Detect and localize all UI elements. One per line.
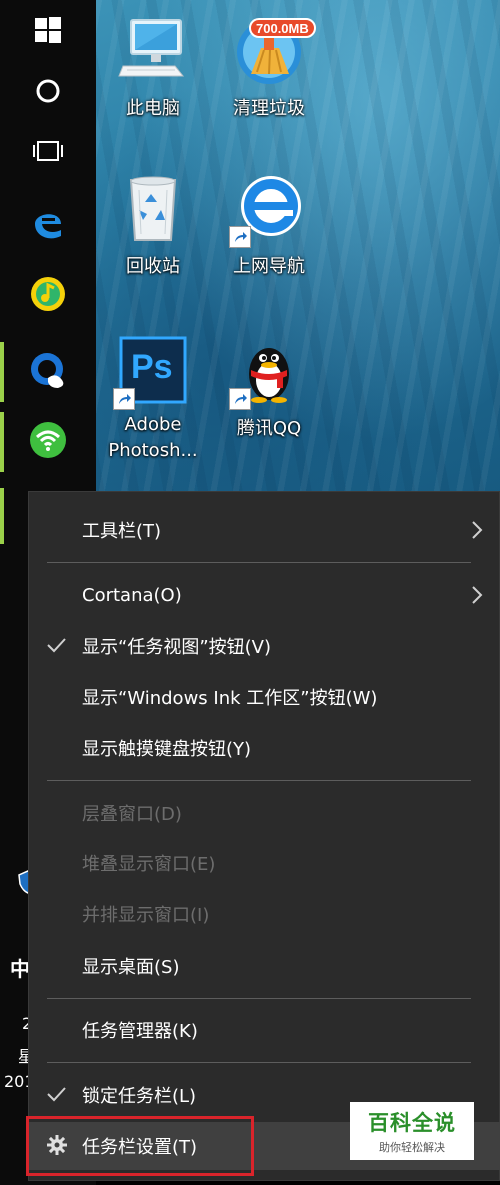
menu-item-label: 层叠窗口(D) xyxy=(82,804,182,825)
input-method-indicator[interactable]: 中 xyxy=(10,953,30,982)
menu-item-label: 显示“任务视图”按钮(V) xyxy=(82,637,272,658)
cortana-button[interactable] xyxy=(0,61,96,125)
menu-item-label: 堆叠显示窗口(E) xyxy=(82,854,216,875)
start-button[interactable] xyxy=(0,0,96,64)
cortana-circle-icon xyxy=(35,78,61,108)
watermark-title: 百科全说 xyxy=(368,1111,456,1135)
taskbar-context-menu: 工具栏(T) Cortana(O) 显示“任务视图”按钮(V) 显示“Windo… xyxy=(28,491,500,1181)
wifi-icon xyxy=(28,420,68,464)
music-button[interactable] xyxy=(0,264,96,328)
menu-item-cortana[interactable]: Cortana(O) xyxy=(29,571,500,619)
menu-item-show-desktop[interactable]: 显示桌面(S) xyxy=(29,942,500,990)
ps-logo-text: Ps xyxy=(131,348,173,386)
desktop-icon-label: Adobe Photosh... xyxy=(108,414,198,461)
task-view-button[interactable] xyxy=(0,121,96,185)
menu-item-show-task-view[interactable]: 显示“任务视图”按钮(V) xyxy=(29,622,500,670)
desktop-icon-qq[interactable]: 腾讯QQ xyxy=(214,334,324,442)
qq-penguin-icon xyxy=(229,334,305,410)
desktop-icon-this-pc[interactable]: 此电脑 xyxy=(98,14,208,122)
checkmark-icon xyxy=(45,1083,67,1109)
shortcut-arrow-icon xyxy=(113,388,135,410)
size-badge: 700.0MB xyxy=(249,18,316,38)
menu-separator xyxy=(47,562,471,563)
desktop-icon-web-nav[interactable]: 上网导航 xyxy=(214,172,324,280)
menu-item-side-by-side-windows[interactable]: 并排显示窗口(I) xyxy=(29,890,500,938)
menu-item-label: 工具栏(T) xyxy=(82,521,162,542)
desktop-icon-recycle-bin[interactable]: 回收站 xyxy=(98,172,208,280)
highlight-annotation-box xyxy=(26,1116,254,1176)
menu-item-label: Cortana(O) xyxy=(82,584,182,606)
qq-music-icon xyxy=(29,275,67,317)
menu-separator xyxy=(47,780,471,781)
menu-item-label: 显示桌面(S) xyxy=(82,957,180,978)
shortcut-arrow-icon xyxy=(229,226,251,248)
desktop-icon-photoshop[interactable]: Ps Adobe Photosh... xyxy=(98,334,208,464)
menu-separator xyxy=(47,1062,471,1063)
edge-button[interactable] xyxy=(0,193,96,257)
computer-icon xyxy=(117,14,189,86)
watermark-logo: 百科全说 助你轻松解决 xyxy=(350,1102,474,1160)
watermark-subtitle: 助你轻松解决 xyxy=(379,1141,445,1154)
wifi-button[interactable] xyxy=(0,410,96,474)
menu-item-label: 显示“Windows Ink 工作区”按钮(W) xyxy=(82,688,378,709)
menu-separator xyxy=(47,998,471,999)
chevron-right-icon xyxy=(471,520,483,544)
browser-button[interactable] xyxy=(0,340,96,404)
desktop-icon-label: 腾讯QQ xyxy=(236,418,302,439)
shortcut-arrow-icon xyxy=(229,388,251,410)
menu-item-label: 锁定任务栏(L) xyxy=(82,1086,197,1107)
desktop-icon-label: 清理垃圾 xyxy=(233,98,305,119)
desktop-icon-cleanup[interactable]: 700.0MB 清理垃圾 xyxy=(214,14,324,122)
menu-item-task-manager[interactable]: 任务管理器(K) xyxy=(29,1006,500,1054)
menu-item-cascade-windows[interactable]: 层叠窗口(D) xyxy=(29,789,500,837)
menu-item-label: 显示触摸键盘按钮(Y) xyxy=(82,739,252,760)
desktop-icon-label: 此电脑 xyxy=(126,98,180,119)
menu-item-show-touch-keyboard[interactable]: 显示触摸键盘按钮(Y) xyxy=(29,724,500,772)
cleanup-broom-icon: 700.0MB xyxy=(233,14,316,86)
desktop-icon-label: 上网导航 xyxy=(233,256,305,277)
photoshop-icon: Ps xyxy=(113,334,189,410)
task-view-icon xyxy=(32,139,64,167)
ie-icon xyxy=(229,172,305,248)
menu-item-stack-windows[interactable]: 堆叠显示窗口(E) xyxy=(29,839,500,887)
recycle-bin-icon xyxy=(117,172,189,244)
edge-icon xyxy=(31,206,65,244)
desktop-icon-label: 回收站 xyxy=(126,256,180,277)
windows-logo-icon xyxy=(35,17,61,47)
menu-item-show-windows-ink[interactable]: 显示“Windows Ink 工作区”按钮(W) xyxy=(29,673,500,721)
checkmark-icon xyxy=(45,634,67,660)
menu-item-label: 任务管理器(K) xyxy=(82,1021,198,1042)
menu-item-toolbars[interactable]: 工具栏(T) xyxy=(29,506,500,554)
chevron-right-icon xyxy=(471,585,483,609)
menu-item-label: 并排显示窗口(I) xyxy=(82,905,210,926)
browser-icon xyxy=(28,350,68,394)
